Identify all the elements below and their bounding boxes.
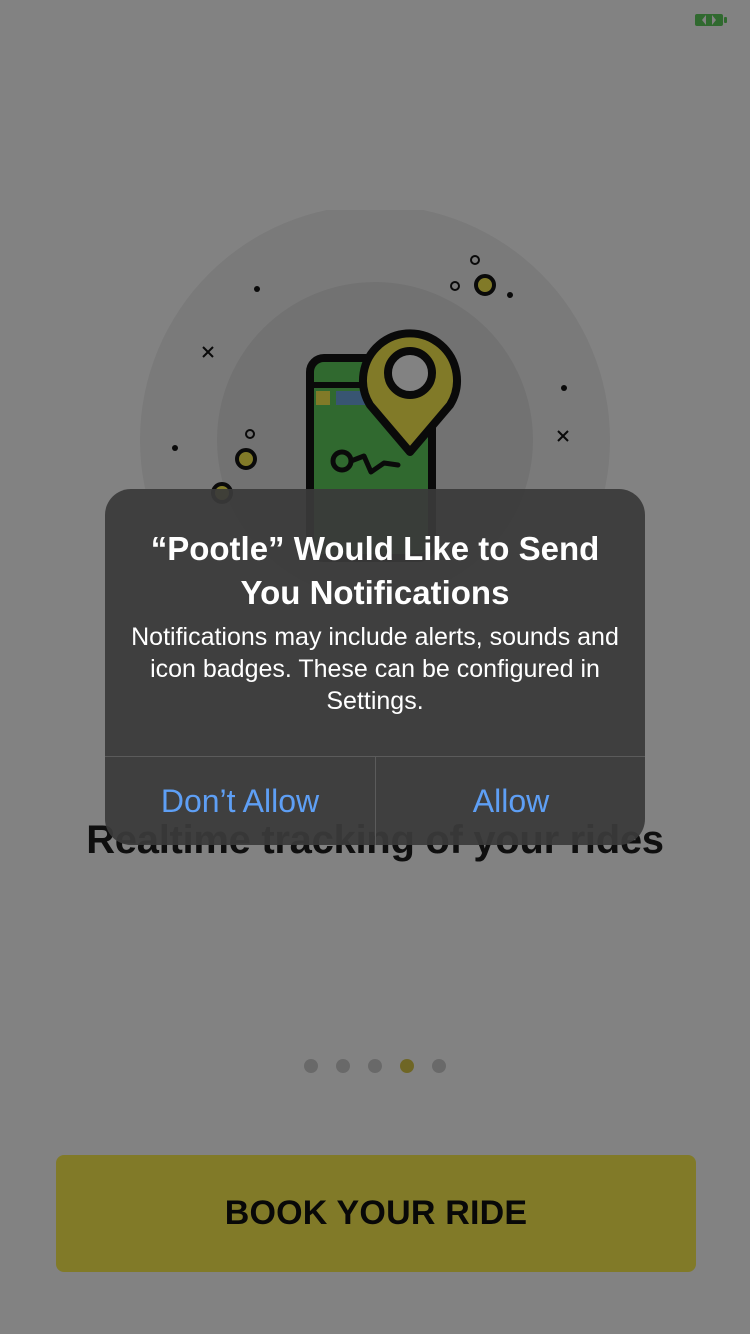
notification-permission-alert: “Pootle” Would Like to Send You Notifica…: [105, 489, 645, 845]
alert-title: “Pootle” Would Like to Send You Notifica…: [150, 530, 600, 611]
allow-button[interactable]: Allow: [376, 757, 645, 845]
alert-message: Notifications may include alerts, sounds…: [131, 623, 619, 715]
dont-allow-button[interactable]: Don’t Allow: [105, 757, 375, 845]
